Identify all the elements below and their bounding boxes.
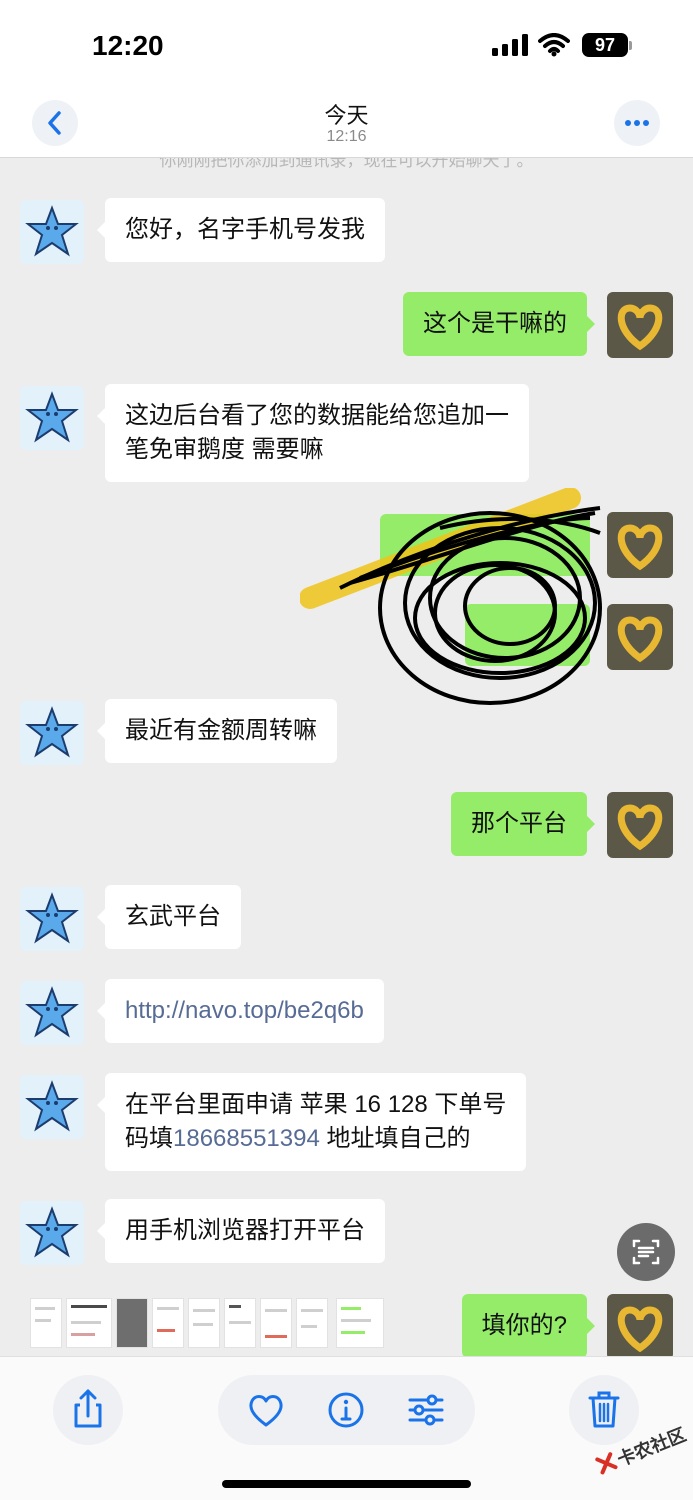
photo-thumbnail-strip[interactable] [30,1298,390,1350]
message-bubble-sent[interactable]: 填你的? [461,1294,596,1356]
message-line: 码填18668551394 地址填自己的 [125,1122,506,1156]
wifi-icon [538,33,570,57]
message-bubble-received[interactable]: 您好，名字手机号发我 [97,198,385,262]
thumbnail[interactable] [152,1298,184,1348]
thumbnail[interactable] [188,1298,220,1348]
heart-leaves-avatar-icon [607,792,673,858]
contact-avatar[interactable] [20,981,84,1045]
message-line: 这边后台看了您的数据能给您追加一 [125,402,509,429]
message-text: 码填 [125,1125,173,1152]
contact-avatar[interactable] [20,1201,84,1265]
contact-avatar[interactable] [20,200,84,264]
thumbnail[interactable] [336,1298,384,1348]
status-bar: 12:20 97 [0,0,693,88]
self-avatar[interactable] [607,792,673,858]
page-subtitle: 12:16 [326,128,367,145]
scan-text-button[interactable] [617,1223,675,1281]
message-bubble-sent[interactable]: 那个平台 [451,792,595,856]
message-bubble-received[interactable]: http://navo.top/be2q6b [97,979,384,1043]
scan-text-icon [632,1239,660,1265]
toolbar-actions-group [218,1375,475,1445]
info-icon[interactable] [324,1389,368,1431]
bottom-toolbar: 卡农社区 [0,1356,693,1500]
message-bubble-received[interactable]: 最近有金额周转嘛 [97,699,337,763]
heart-leaves-avatar-icon [607,292,673,358]
home-indicator [222,1480,471,1488]
message-bubble-received[interactable]: 这边后台看了您的数据能给您追加一 笔免审鹅度 需要嘛 [97,384,529,482]
status-time: 12:20 [92,30,164,61]
contact-avatar[interactable] [20,1075,84,1139]
message-text: 地址填自己的 [319,1125,471,1152]
message-line: 笔免审鹅度 需要嘛 [125,436,324,463]
message-line: 在平台里面申请 苹果 16 128 下单号 [125,1091,507,1118]
sliders-icon[interactable] [404,1389,448,1431]
page-title: 今天 [324,103,369,128]
star-avatar-icon [20,386,84,450]
battery-tip [629,41,632,50]
self-avatar[interactable] [607,292,673,358]
heart-icon[interactable] [244,1389,288,1431]
star-avatar-icon [20,981,84,1045]
system-notice: 你刚刚把你添加到通讯录，现在可以开始聊天了。 [159,158,534,170]
star-avatar-icon [20,1201,84,1265]
star-avatar-icon [20,701,84,765]
contact-avatar[interactable] [20,701,84,765]
thumbnail[interactable] [66,1298,112,1348]
phone-link[interactable]: 18668551394 [173,1125,320,1152]
battery-indicator: 97 [582,33,628,57]
signal-icon [492,34,528,56]
more-button[interactable] [614,100,660,146]
heart-leaves-avatar-icon [607,1294,673,1356]
chat-area[interactable]: 你刚刚把你添加到通讯录，现在可以开始聊天了。 您好，名字手机号发我 这个是干嘛的… [0,158,693,1356]
message-bubble-received[interactable]: 用手机浏览器打开平台 [97,1199,385,1263]
contact-avatar[interactable] [20,887,84,951]
message-bubble-sent[interactable]: 这个是干嘛的 [403,292,595,356]
thumbnail[interactable] [260,1298,292,1348]
message-bubble-received[interactable]: 在平台里面申请 苹果 16 128 下单号 码填18668551394 地址填自… [96,1073,527,1171]
contact-avatar[interactable] [20,386,84,450]
share-button[interactable] [53,1375,123,1445]
thumbnail[interactable] [224,1298,256,1348]
message-bubble-received[interactable]: 玄武平台 [97,885,241,949]
thumbnail[interactable] [296,1298,328,1348]
star-avatar-icon [20,200,84,264]
thumbnail[interactable] [116,1298,148,1348]
star-avatar-icon [20,1075,84,1139]
scribble-redaction [300,488,602,705]
ellipsis-icon [625,120,649,126]
self-avatar[interactable] [607,1294,673,1356]
star-avatar-icon [20,887,84,951]
nav-bar: 今天 12:16 [0,88,693,158]
share-icon [74,1389,102,1428]
message-link[interactable]: http://navo.top/be2q6b [125,997,364,1024]
thumbnail[interactable] [30,1298,62,1348]
